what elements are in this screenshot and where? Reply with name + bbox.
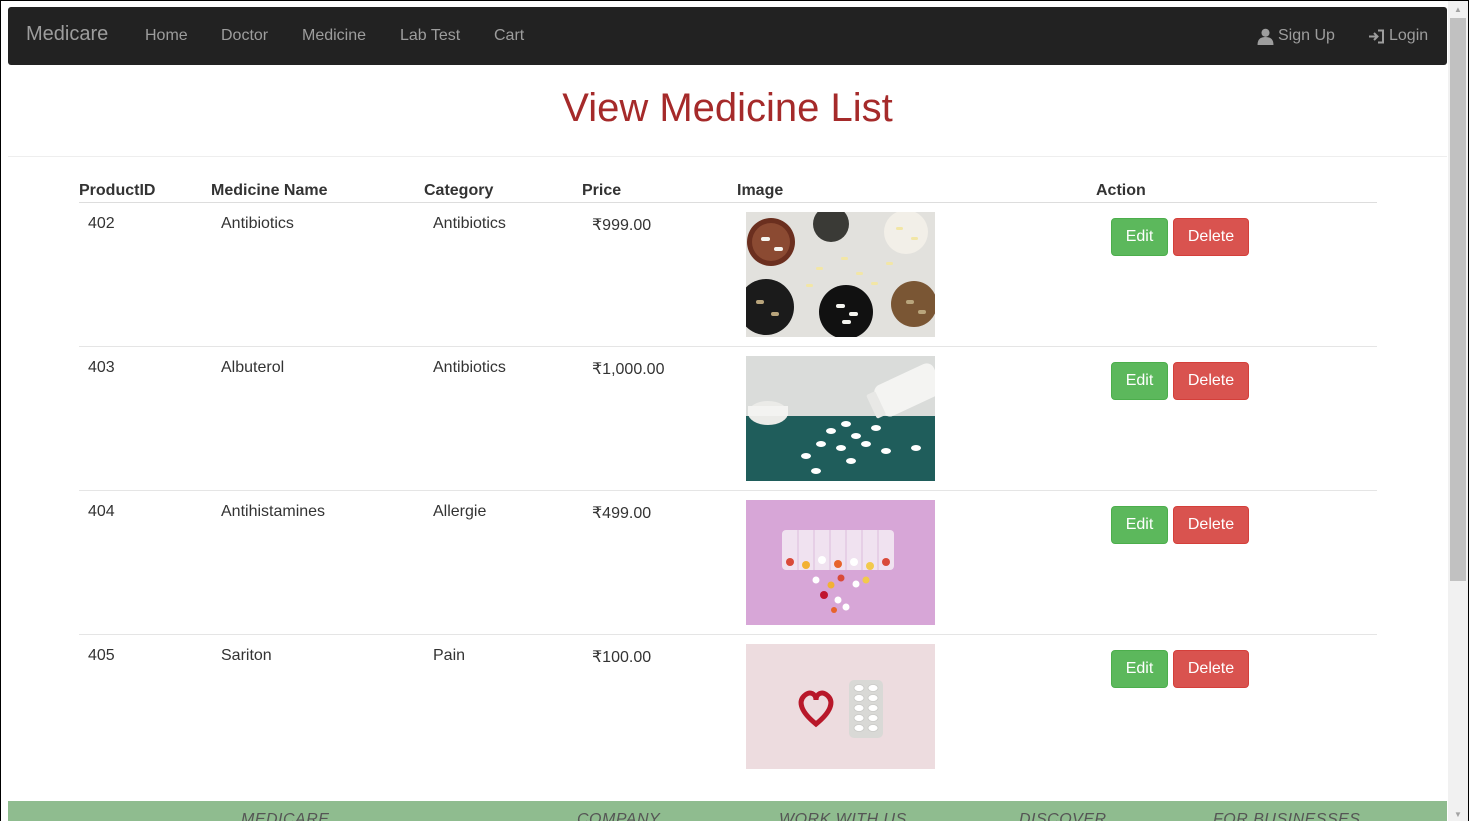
edit-button[interactable]: Edit (1111, 650, 1168, 688)
login-label: Login (1389, 27, 1429, 44)
cell-product-id: 402 (88, 215, 115, 232)
cell-price: ₹100.00 (592, 649, 652, 666)
navbar-brand[interactable]: Medicare (26, 23, 108, 46)
scroll-up-arrow-icon[interactable]: ▲ (1448, 1, 1468, 17)
vertical-scrollbar[interactable]: ▲ ▼ (1448, 1, 1468, 821)
nav-medicine[interactable]: Medicine (302, 27, 366, 45)
table-row: 402 Antibiotics Antibiotics ₹999.00 Edit… (79, 203, 1377, 347)
user-icon (1257, 28, 1274, 45)
browser-viewport: Medicare Home Doctor Medicine Lab Test C… (0, 0, 1469, 821)
signup-label: Sign Up (1278, 27, 1335, 44)
delete-button[interactable]: Delete (1173, 218, 1249, 256)
pills-bowls-photo (746, 212, 935, 337)
nav-signup[interactable]: Sign Up (1257, 27, 1335, 45)
page-title: View Medicine List (562, 86, 893, 130)
table-row: 405 Sariton Pain ₹100.00 Edit Delete (79, 635, 1377, 779)
nav-lab-test[interactable]: Lab Test (400, 27, 460, 45)
cell-product-id: 404 (88, 503, 115, 520)
header-price: Price (582, 182, 622, 199)
cell-medicine-name: Antibiotics (221, 215, 294, 232)
footer-col-discover[interactable]: DISCOVER (1019, 811, 1107, 821)
spilled-pills-bottle-photo (746, 356, 935, 481)
scrollbar-thumb[interactable] (1450, 18, 1466, 581)
footer: MEDICARE COMPANY WORK WITH US DISCOVER F… (8, 801, 1447, 821)
cell-category: Pain (433, 647, 466, 664)
cell-product-id: 403 (88, 359, 115, 376)
pill-organizer-photo (746, 500, 935, 625)
header-medicine-name: Medicine Name (211, 182, 328, 199)
header-image: Image (737, 182, 784, 199)
table-row: 403 Albuterol Antibiotics ₹1,000.00 Edit… (79, 347, 1377, 491)
heart-blister-photo (746, 644, 935, 769)
cell-product-id: 405 (88, 647, 115, 664)
scroll-down-arrow-icon[interactable]: ▼ (1448, 806, 1468, 821)
navbar: Medicare Home Doctor Medicine Lab Test C… (8, 7, 1447, 65)
cell-medicine-name: Albuterol (221, 359, 285, 376)
delete-button[interactable]: Delete (1173, 506, 1249, 544)
cell-medicine-name: Sariton (221, 647, 272, 664)
nav-login[interactable]: Login (1368, 27, 1428, 45)
nav-home[interactable]: Home (145, 27, 188, 45)
footer-col-for-businesses[interactable]: FOR BUSINESSES (1213, 811, 1360, 821)
login-icon (1368, 29, 1385, 44)
cell-price: ₹499.00 (592, 505, 652, 522)
footer-col-medicare[interactable]: MEDICARE (241, 811, 329, 821)
delete-button[interactable]: Delete (1173, 650, 1249, 688)
edit-button[interactable]: Edit (1111, 218, 1168, 256)
edit-button[interactable]: Edit (1111, 362, 1168, 400)
nav-doctor[interactable]: Doctor (221, 27, 268, 45)
edit-button[interactable]: Edit (1111, 506, 1168, 544)
table-row: 404 Antihistamines Allergie ₹499.00 Edit… (79, 491, 1377, 635)
cell-category: Antibiotics (433, 215, 506, 232)
cell-price: ₹999.00 (592, 217, 652, 234)
cell-medicine-name: Antihistamines (221, 503, 326, 520)
header-category: Category (424, 182, 494, 199)
cell-category: Allergie (433, 503, 487, 520)
delete-button[interactable]: Delete (1173, 362, 1249, 400)
title-divider (8, 156, 1447, 157)
nav-cart[interactable]: Cart (494, 27, 524, 45)
footer-col-work-with-us[interactable]: WORK WITH US (779, 811, 907, 821)
footer-col-company[interactable]: COMPANY (577, 811, 660, 821)
header-action: Action (1096, 182, 1146, 199)
cell-price: ₹1,000.00 (592, 361, 665, 378)
cell-category: Antibiotics (433, 359, 506, 376)
header-product-id: ProductID (79, 182, 156, 199)
